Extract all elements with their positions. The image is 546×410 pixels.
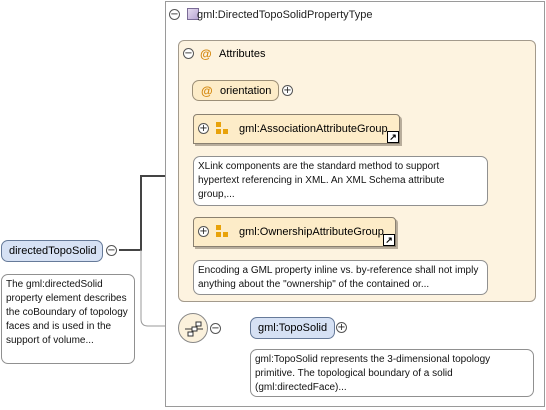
type-title: gml:DirectedTopoSolidPropertyType (197, 9, 373, 21)
sequence-compositor-icon[interactable] (178, 313, 208, 343)
element-label: directedTopoSolid (9, 245, 97, 257)
collapse-type-icon[interactable]: − (169, 9, 180, 20)
attribute-group-icon (216, 122, 229, 135)
ownership-group-label: gml:OwnershipAttributeGroup (239, 226, 384, 238)
association-group-label: gml:AssociationAttributeGroup (239, 123, 388, 135)
topo-solid-label: gml:TopoSolid (258, 322, 328, 334)
collapse-attributes-icon[interactable]: − (183, 48, 194, 59)
topo-solid-doc: gml:TopoSolid represents the 3-dimension… (250, 349, 534, 397)
expand-ownership-icon[interactable]: + (198, 226, 209, 237)
attribute-group-icon (216, 225, 229, 238)
expand-topo-solid-icon[interactable]: + (336, 322, 347, 333)
collapse-element-icon[interactable]: − (106, 245, 117, 256)
orientation-label: orientation (220, 85, 272, 97)
attribute-icon: @ (201, 84, 213, 98)
element-doc: The gml:directedSolid property element d… (1, 274, 135, 364)
association-doc: XLink components are the standard method… (193, 156, 488, 206)
ownership-doc: Encoding a GML property inline vs. by-re… (193, 260, 488, 295)
expand-orientation-icon[interactable]: + (282, 85, 293, 96)
reference-link-icon[interactable]: ↗ (387, 131, 399, 143)
sequence-icon (185, 321, 203, 337)
attribute-icon: @ (200, 47, 212, 61)
attributes-label: Attributes (219, 48, 266, 60)
reference-link-icon[interactable]: ↗ (383, 234, 395, 246)
expand-association-icon[interactable]: + (198, 123, 209, 134)
collapse-sequence-icon[interactable]: − (210, 323, 221, 334)
